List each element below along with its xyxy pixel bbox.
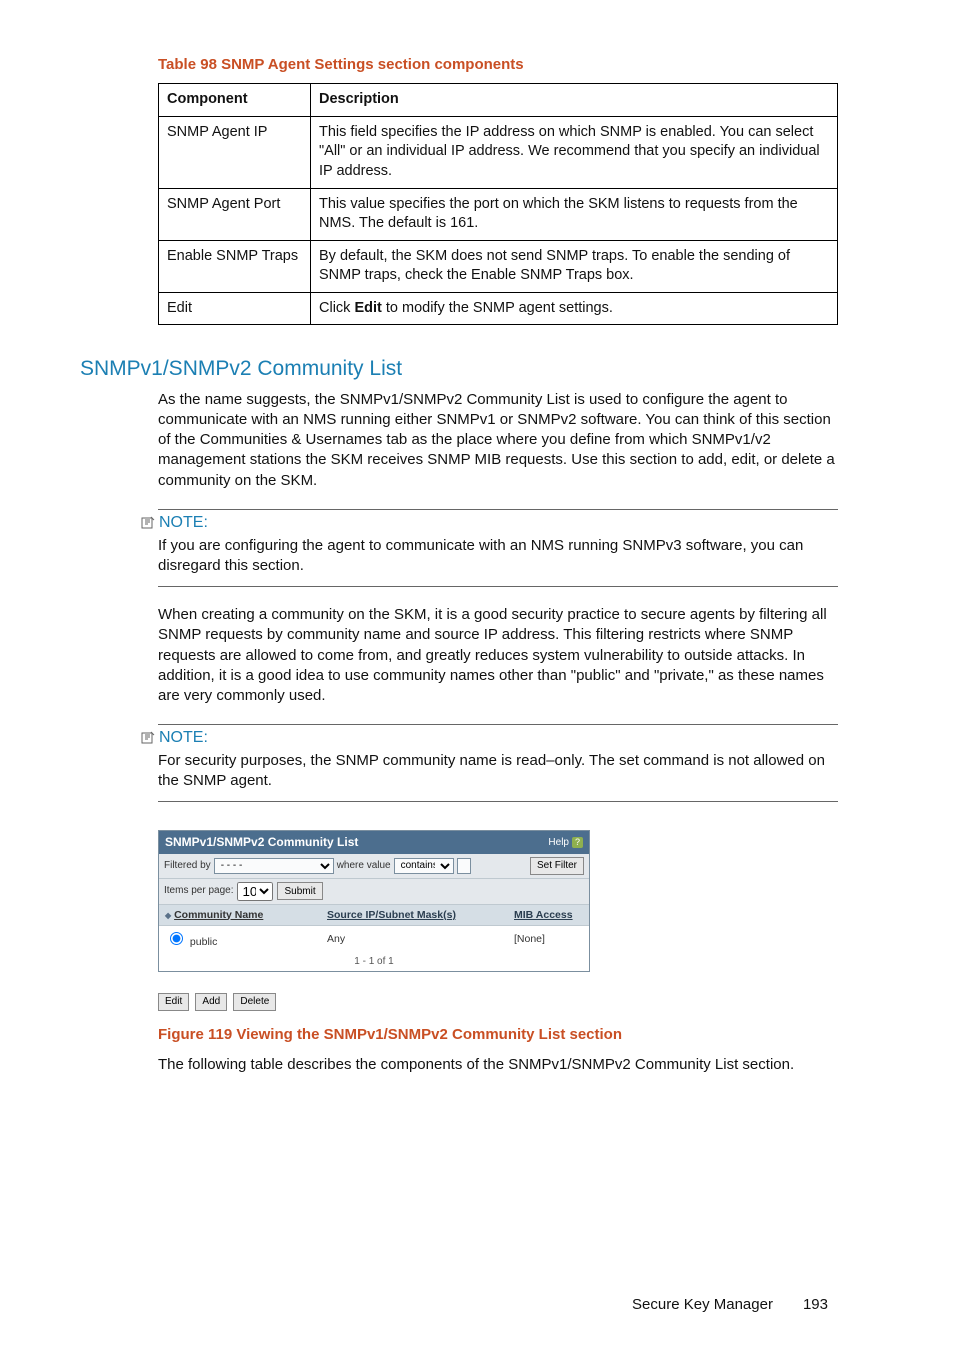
cell-component: Edit <box>159 292 311 325</box>
note-text: If you are configuring the agent to comm… <box>158 536 838 577</box>
widget-title: SNMPv1/SNMPv2 Community List <box>165 834 358 850</box>
where-value-label: where value <box>337 859 391 873</box>
help-icon: ? <box>572 837 583 848</box>
cell-component: Enable SNMP Traps <box>159 240 311 292</box>
add-button[interactable]: Add <box>195 993 227 1011</box>
items-per-page-label: Items per page: <box>164 884 233 898</box>
edit-button[interactable]: Edit <box>158 993 189 1011</box>
community-table: ◆ Community Name Source IP/Subnet Mask(s… <box>159 905 589 952</box>
widget-action-buttons: Edit Add Delete <box>158 990 838 1011</box>
note-icon <box>141 731 155 745</box>
footer-product: Secure Key Manager <box>632 1295 773 1315</box>
delete-button[interactable]: Delete <box>233 993 276 1011</box>
note-block: NOTE: If you are configuring the agent t… <box>141 509 838 587</box>
cell-component: SNMP Agent Port <box>159 188 311 240</box>
set-filter-button[interactable]: Set Filter <box>530 857 584 875</box>
table-row: Edit Click Edit to modify the SNMP agent… <box>159 292 838 325</box>
note-label: NOTE: <box>159 512 208 534</box>
filter-row: Filtered by - - - - where value contains… <box>159 854 589 879</box>
filtered-by-label: Filtered by <box>164 859 211 873</box>
submit-button[interactable]: Submit <box>277 882 322 900</box>
cell-community: public <box>159 925 321 952</box>
col-source-ip[interactable]: Source IP/Subnet Mask(s) <box>321 905 508 926</box>
items-per-page-select[interactable]: 10 <box>237 882 273 901</box>
body-paragraph: When creating a community on the SKM, it… <box>158 605 838 706</box>
filter-op-select[interactable]: contains <box>394 858 454 874</box>
cell-description: This field specifies the IP address on w… <box>311 116 838 188</box>
community-list-widget: SNMPv1/SNMPv2 Community List Help ? Filt… <box>158 830 590 972</box>
table-row: SNMP Agent Port This value specifies the… <box>159 188 838 240</box>
body-paragraph: As the name suggests, the SNMPv1/SNMPv2 … <box>158 390 838 491</box>
note-text: For security purposes, the SNMP communit… <box>158 751 838 792</box>
cell-description: Click Edit to modify the SNMP agent sett… <box>311 292 838 325</box>
sort-icon: ◆ <box>165 911 171 920</box>
table-header-row: ◆ Community Name Source IP/Subnet Mask(s… <box>159 905 589 926</box>
pager: 1 - 1 of 1 <box>159 952 589 972</box>
footer-page-number: 193 <box>803 1295 828 1315</box>
table-row: Enable SNMP Traps By default, the SKM do… <box>159 240 838 292</box>
note-label: NOTE: <box>159 727 208 749</box>
section-heading: SNMPv1/SNMPv2 Community List <box>80 355 838 383</box>
col-header-component: Component <box>159 84 311 117</box>
body-paragraph: The following table describes the compon… <box>158 1055 838 1075</box>
cell-mib: [None] <box>508 925 589 952</box>
col-mib-access[interactable]: MIB Access <box>508 905 589 926</box>
cell-description: By default, the SKM does not send SNMP t… <box>311 240 838 292</box>
snmp-settings-table: Component Description SNMP Agent IP This… <box>158 83 838 325</box>
table-row[interactable]: public Any [None] <box>159 925 589 952</box>
cell-component: SNMP Agent IP <box>159 116 311 188</box>
note-icon <box>141 516 155 530</box>
cell-description: This value specifies the port on which t… <box>311 188 838 240</box>
cell-source: Any <box>321 925 508 952</box>
figure-caption: Figure 119 Viewing the SNMPv1/SNMPv2 Com… <box>158 1025 838 1045</box>
filter-field-select[interactable]: - - - - <box>214 858 334 874</box>
filter-value-input[interactable] <box>457 858 471 874</box>
note-block: NOTE: For security purposes, the SNMP co… <box>141 724 838 802</box>
items-per-page-row: Items per page: 10 Submit <box>159 879 589 905</box>
col-header-description: Description <box>311 84 838 117</box>
row-select-radio[interactable] <box>170 932 183 945</box>
table-row: SNMP Agent IP This field specifies the I… <box>159 116 838 188</box>
page-footer: Secure Key Manager 193 <box>80 1295 838 1315</box>
table-caption: Table 98 SNMP Agent Settings section com… <box>80 55 838 75</box>
help-link[interactable]: Help ? <box>548 836 583 850</box>
table-header-row: Component Description <box>159 84 838 117</box>
widget-titlebar: SNMPv1/SNMPv2 Community List Help ? <box>159 831 589 853</box>
col-community-name[interactable]: ◆ Community Name <box>159 905 321 926</box>
